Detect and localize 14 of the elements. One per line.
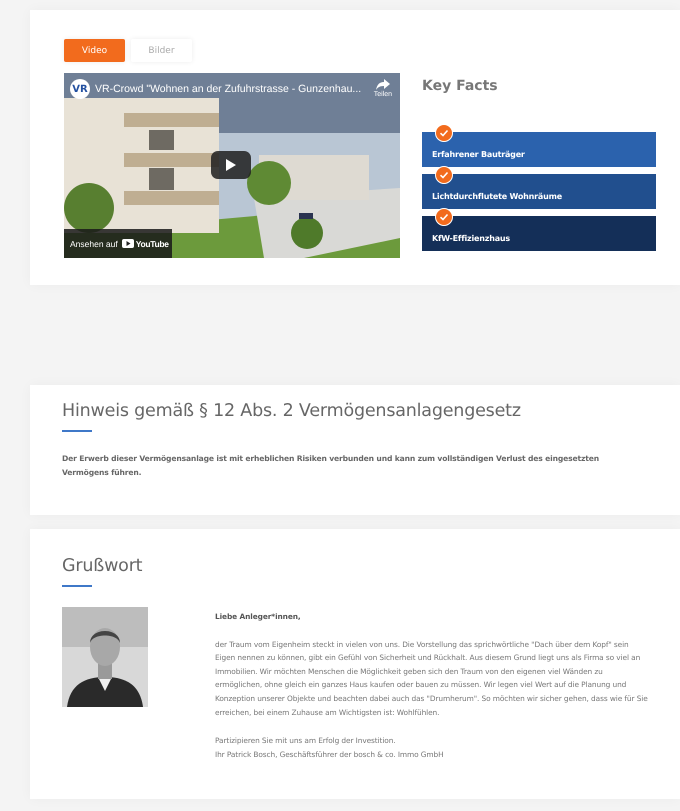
key-facts-heading: Key Facts xyxy=(422,78,499,94)
play-button[interactable] xyxy=(211,151,251,179)
play-icon xyxy=(226,159,236,171)
check-icon xyxy=(435,166,453,184)
play-icon xyxy=(122,239,134,248)
check-icon xyxy=(435,208,453,226)
watch-on-youtube-button[interactable]: Ansehen auf YouTube xyxy=(64,229,172,258)
section-heading: Grußwort xyxy=(62,556,144,576)
tab[interactable]: Bilder xyxy=(131,39,192,62)
tab[interactable]: Video xyxy=(64,39,125,62)
video-title[interactable]: VR-Crowd "Wohnen an der Zufuhrstrasse - Gunzenhau... xyxy=(95,83,369,95)
share-icon xyxy=(376,79,390,90)
section-heading: Hinweis gemäß § 12 Abs. 2 Vermögensanlagengesetz xyxy=(62,401,522,421)
check-icon xyxy=(435,124,453,142)
